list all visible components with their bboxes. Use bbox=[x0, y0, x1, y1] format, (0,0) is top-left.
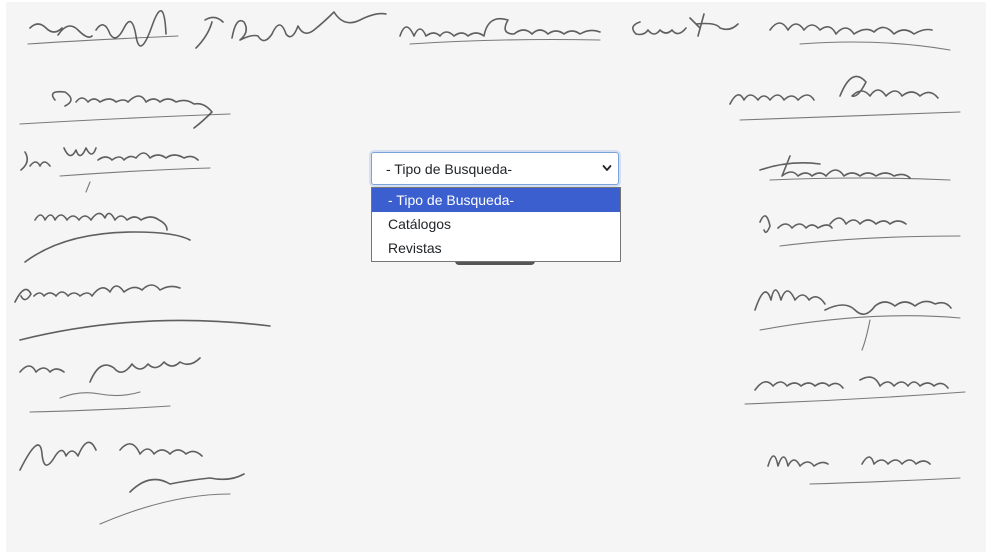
signature-1 bbox=[27, 10, 179, 47]
signature-10 bbox=[19, 357, 201, 413]
handwritten-signatures-artwork bbox=[14, 10, 966, 525]
search-type-select[interactable]: - Tipo de Busqueda- bbox=[371, 152, 619, 185]
signature-3 bbox=[399, 17, 601, 45]
signature-4 bbox=[632, 13, 739, 37]
signature-13 bbox=[759, 155, 951, 181]
signature-14 bbox=[759, 215, 961, 247]
signature-17 bbox=[767, 455, 961, 485]
signature-11 bbox=[19, 441, 245, 525]
signature-6 bbox=[19, 90, 231, 129]
signature-2 bbox=[195, 11, 387, 49]
chevron-down-icon bbox=[602, 165, 612, 171]
option-catalogos[interactable]: Catálogos bbox=[372, 212, 620, 236]
signature-5 bbox=[769, 22, 951, 51]
select-value: - Tipo de Busqueda- bbox=[386, 160, 513, 177]
option-revistas[interactable]: Revistas bbox=[372, 236, 620, 260]
signature-15 bbox=[754, 289, 961, 351]
option-tipo-de-busqueda[interactable]: - Tipo de Busqueda- bbox=[372, 188, 620, 212]
signature-16 bbox=[744, 376, 966, 405]
signature-12 bbox=[729, 75, 961, 121]
signature-7 bbox=[20, 147, 211, 193]
signature-8 bbox=[24, 212, 191, 263]
search-type-options-list: - Tipo de Busqueda- Catálogos Revistas bbox=[371, 187, 621, 262]
signature-9 bbox=[14, 284, 271, 341]
